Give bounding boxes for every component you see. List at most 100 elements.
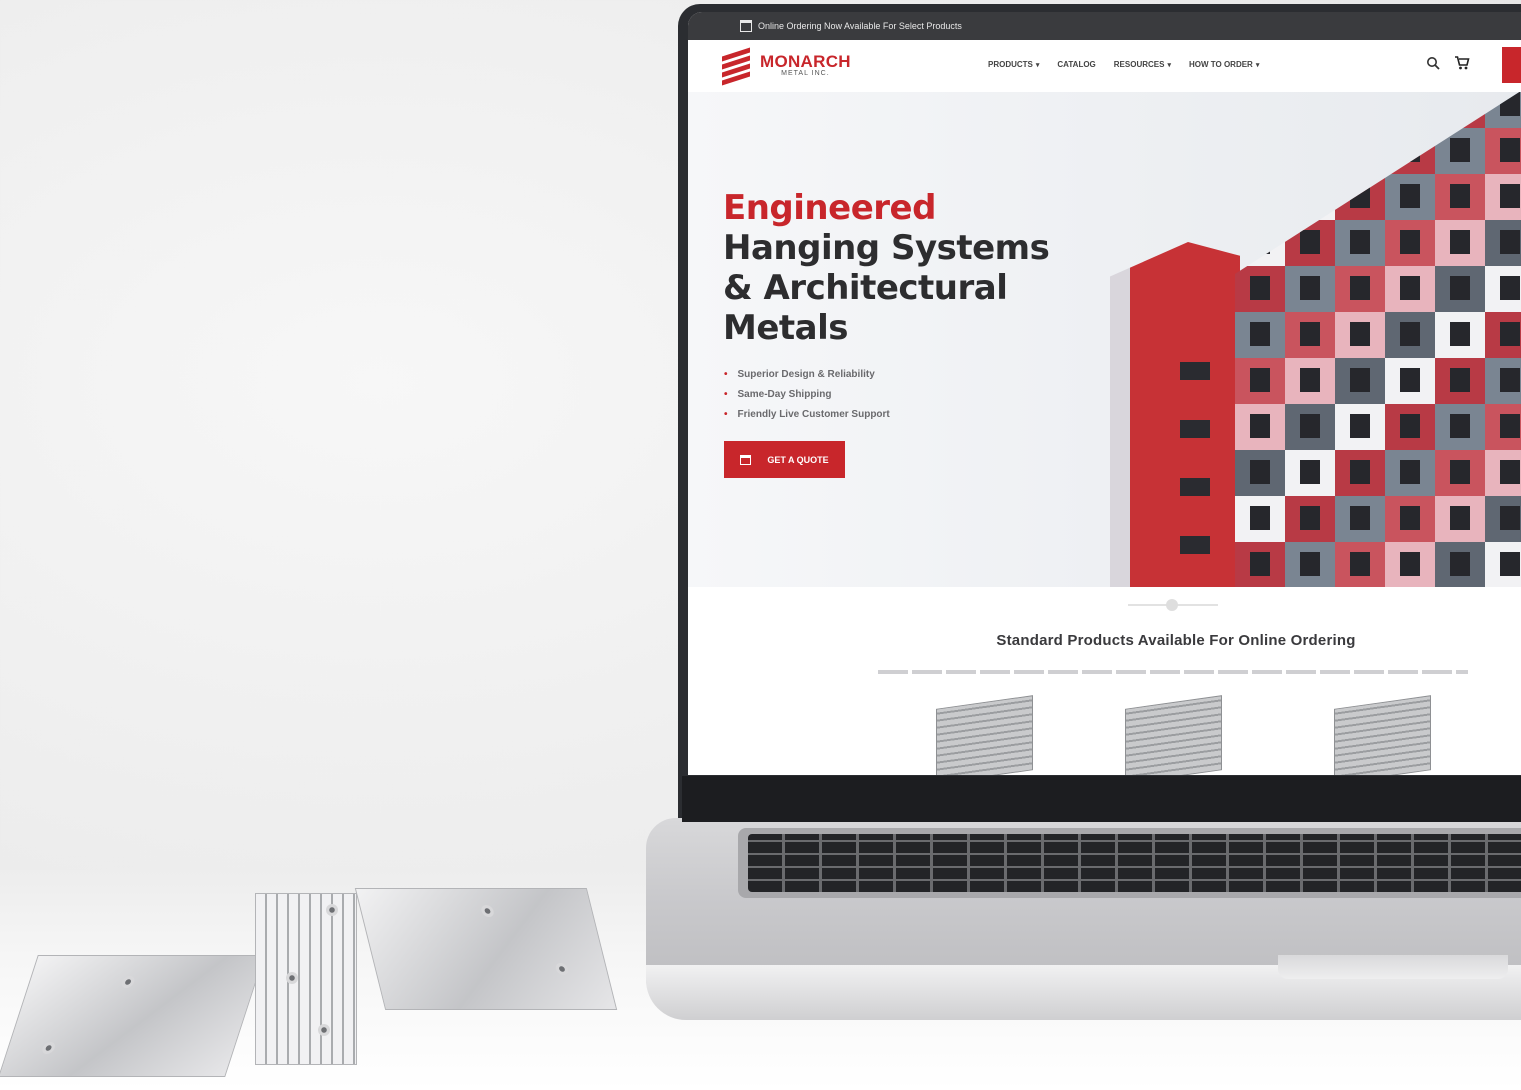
facade-panel: [1235, 128, 1285, 174]
facade-panel: [1485, 220, 1521, 266]
facade-panel: [1485, 92, 1521, 128]
bullet-icon: •: [724, 408, 728, 420]
metal-clip-plate: [0, 955, 265, 1077]
facade-panel: [1385, 128, 1435, 174]
facade-panel: [1435, 266, 1485, 312]
facade-panel: [1435, 174, 1485, 220]
facade-panel: [1285, 92, 1335, 128]
facade-panel: [1335, 404, 1385, 450]
keyboard-rows: [748, 834, 1521, 892]
bullet-icon: •: [724, 388, 728, 400]
facade-panel: [1335, 220, 1385, 266]
facade-panel: [1385, 312, 1435, 358]
section-divider: [1128, 599, 1218, 611]
bullet-icon: •: [724, 368, 728, 380]
site-header: MONARCH METAL INC. PRODUCTS ▾ CATALOG RES…: [688, 40, 1521, 92]
facade-panel: [1335, 496, 1385, 542]
brand-name: MONARCH: [760, 52, 851, 71]
nav-item-products[interactable]: PRODUCTS ▾: [988, 60, 1039, 69]
facade-panel: [1435, 496, 1485, 542]
calendar-icon: [740, 454, 752, 465]
caret-down-icon: ▾: [1255, 62, 1260, 69]
facade-panel: [1385, 220, 1435, 266]
facade-panel: [1435, 404, 1485, 450]
facade-panel: [1335, 450, 1385, 496]
facade-panel: [1335, 92, 1385, 128]
get-a-quote-button[interactable]: GET A QUOTE: [724, 441, 845, 478]
facade-panel: [1235, 220, 1285, 266]
facade-panel: [1385, 404, 1435, 450]
facade-panel: [1385, 92, 1435, 128]
facade-panel: [1485, 128, 1521, 174]
facade-panel: [1285, 220, 1335, 266]
facade-panel: [1385, 358, 1435, 404]
facade-panel: [1335, 312, 1385, 358]
facade-panel: [1335, 128, 1385, 174]
facade-panel: [1385, 496, 1435, 542]
products-section-subtitle: [878, 670, 1468, 674]
brand-tagline: METAL INC.: [781, 70, 830, 77]
laptop-screen: Online Ordering Now Available For Select…: [688, 12, 1521, 775]
facade-panel: [1485, 266, 1521, 312]
site-logo[interactable]: MONARCH METAL INC.: [722, 47, 851, 86]
list-item: • Same-Day Shipping: [724, 388, 832, 400]
facade-panel: [1285, 450, 1335, 496]
facade-panel: [1435, 220, 1485, 266]
facade-panel: [1235, 496, 1285, 542]
main-nav: PRODUCTS ▾ CATALOG RESOURCES ▾ HOW TO ORDE…: [988, 60, 1259, 69]
facade-panel: [1235, 266, 1285, 312]
facade-panel: [1285, 496, 1335, 542]
facade-panel: [1285, 542, 1335, 587]
header-quote-button[interactable]: [1502, 47, 1521, 83]
facade-panel: [1485, 174, 1521, 220]
facade-panel: [1235, 358, 1285, 404]
announcement-text[interactable]: Online Ordering Now Available For Select…: [758, 21, 962, 31]
facade-panel: [1285, 174, 1335, 220]
hero-title-accent: Engineered: [723, 188, 936, 228]
product-card-z-clip[interactable]: [1125, 695, 1222, 775]
facade-panel: [1235, 542, 1285, 587]
list-item: • Superior Design & Reliability: [724, 368, 875, 380]
facade-panel: [1385, 174, 1435, 220]
facade-panel: [1435, 542, 1485, 587]
facade-panel: [1485, 312, 1521, 358]
facade-panel: [1235, 404, 1285, 450]
screen-bezel: [682, 776, 1521, 822]
building-tower: [1110, 242, 1240, 587]
facade-panel: [1385, 542, 1435, 587]
building-facade: [1235, 92, 1521, 587]
facade-panel: [1335, 542, 1385, 587]
facade-panel: [1385, 450, 1435, 496]
metal-clip-plate: [354, 888, 618, 1010]
laptop-notch: [1278, 955, 1508, 979]
facade-panel: [1435, 92, 1485, 128]
facade-panel: [1435, 358, 1485, 404]
facade-panel: [1485, 542, 1521, 587]
nav-item-catalog[interactable]: CATALOG: [1057, 60, 1095, 69]
caret-down-icon: ▾: [1035, 62, 1040, 69]
cart-icon[interactable]: [1454, 56, 1470, 73]
facade-panel: [1285, 128, 1335, 174]
search-icon[interactable]: [1426, 56, 1440, 73]
facade-panel: [1335, 174, 1385, 220]
product-card-panel-clip[interactable]: [1334, 695, 1431, 775]
monarch-logo-icon: [722, 47, 752, 86]
facade-panel: [1335, 266, 1385, 312]
facade-panel: [1285, 266, 1335, 312]
facade-panel: [1235, 92, 1285, 128]
products-section-title: Standard Products Available For Online O…: [996, 632, 1356, 649]
facade-panel: [1335, 358, 1385, 404]
product-card-hanging-clip[interactable]: [936, 695, 1033, 775]
facade-panel: [1485, 404, 1521, 450]
nav-item-how-to-order[interactable]: HOW TO ORDER ▾: [1189, 60, 1259, 69]
facade-panel: [1385, 266, 1435, 312]
facade-panel: [1235, 450, 1285, 496]
facade-panel: [1285, 404, 1335, 450]
facade-panel: [1435, 450, 1485, 496]
facade-panel: [1485, 358, 1521, 404]
announcement-bar: Online Ordering Now Available For Select…: [688, 12, 1521, 40]
facade-panel: [1285, 312, 1335, 358]
caret-down-icon: ▾: [1167, 62, 1171, 69]
facade-panel: [1435, 128, 1485, 174]
nav-item-resources[interactable]: RESOURCES ▾: [1114, 60, 1171, 69]
